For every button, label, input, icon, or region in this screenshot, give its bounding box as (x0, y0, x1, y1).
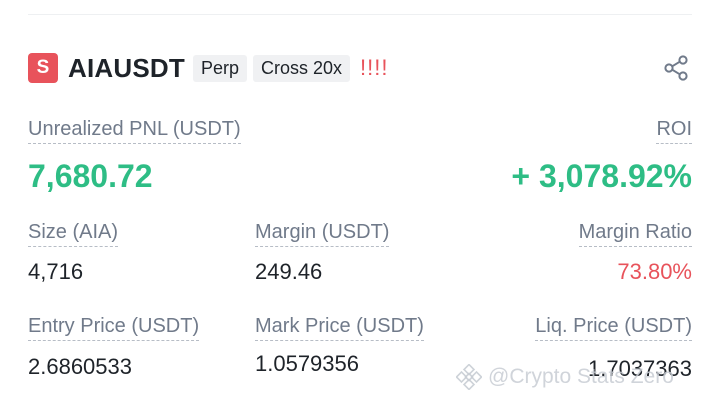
mark-price-label[interactable]: Mark Price (USDT) (255, 315, 424, 341)
liq-price-label[interactable]: Liq. Price (USDT) (535, 315, 692, 341)
size-label[interactable]: Size (AIA) (28, 221, 119, 247)
margin-label[interactable]: Margin (USDT) (255, 221, 390, 247)
short-side-badge: S (28, 53, 58, 83)
watermark: @Crypto Stats Zero (456, 364, 674, 390)
position-card: S AIAUSDT Perp Cross 20x !!!! Unrealized… (0, 0, 720, 404)
margin-ratio-label[interactable]: Margin Ratio (578, 221, 692, 247)
top-divider (28, 14, 692, 15)
watermark-text: @Crypto Stats Zero (488, 365, 674, 388)
margin-mode-tag[interactable]: Cross 20x (252, 54, 351, 82)
size-value: 4,716 (28, 259, 84, 284)
perp-tag: Perp (192, 54, 247, 82)
risk-alert-marks: !!!! (360, 55, 389, 80)
entry-price-label[interactable]: Entry Price (USDT) (28, 315, 200, 341)
binance-logo-icon (456, 364, 482, 390)
unrealized-pnl-value: 7,680.72 (28, 158, 153, 194)
share-icon[interactable] (662, 54, 690, 82)
roi-label[interactable]: ROI (656, 118, 692, 144)
unrealized-pnl-label[interactable]: Unrealized PNL (USDT) (28, 118, 241, 144)
roi-value: + 3,078.92% (511, 158, 692, 194)
mark-price-value: 1.0579356 (255, 351, 359, 376)
margin-value: 249.46 (255, 259, 323, 284)
margin-ratio-value: 73.80% (617, 259, 692, 284)
symbol-title[interactable]: AIAUSDT (68, 53, 185, 84)
entry-price-value: 2.6860533 (28, 354, 132, 379)
position-header: S AIAUSDT Perp Cross 20x !!!! (28, 52, 692, 84)
